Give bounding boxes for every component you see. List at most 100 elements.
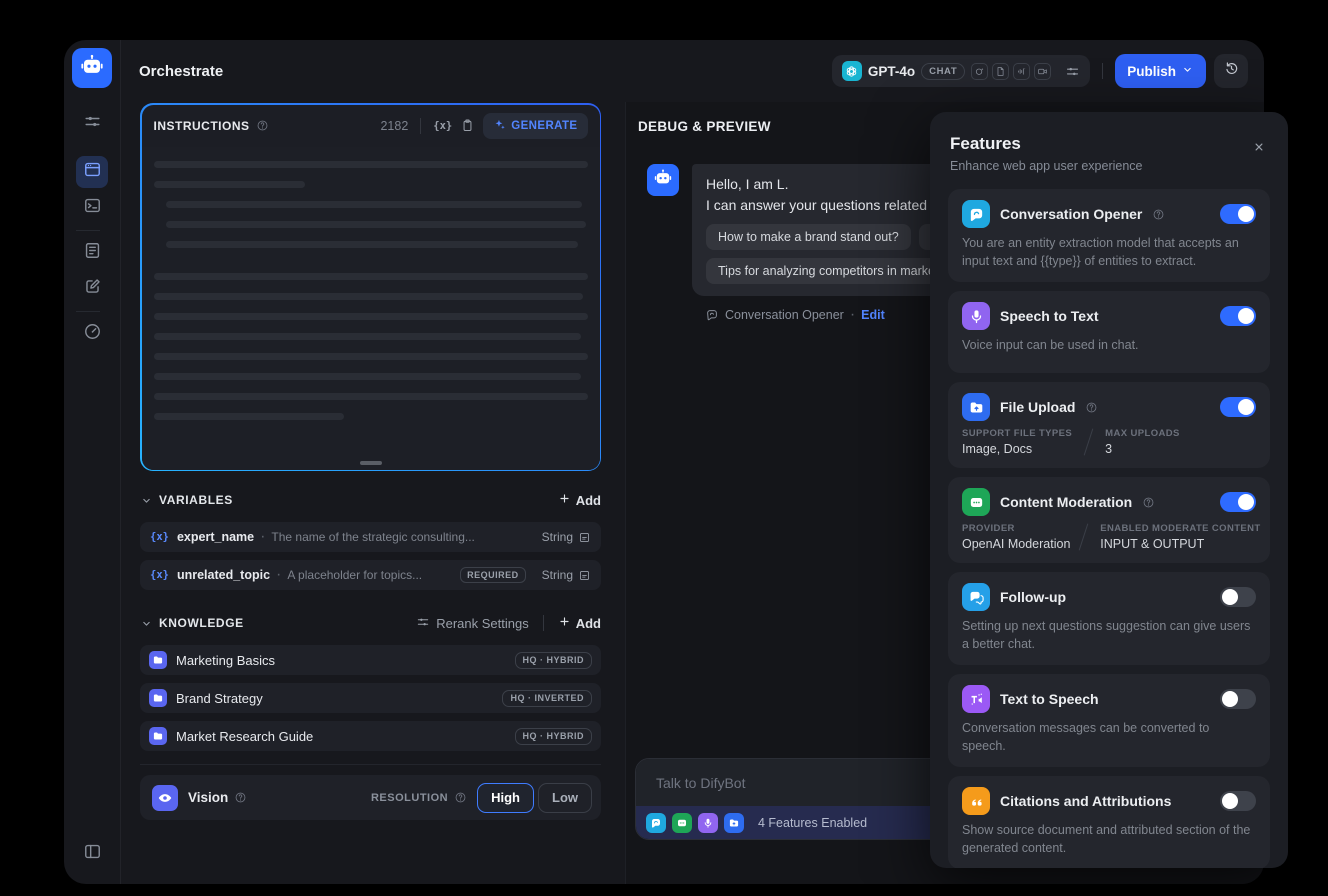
sidebar-item-annotations[interactable] [76, 273, 108, 305]
toggle-knob [1222, 691, 1238, 707]
sidebar-item-orchestrate[interactable] [76, 156, 108, 188]
feature-card-speech-to-text[interactable]: Speech to Text Voice input can be used in… [948, 291, 1270, 373]
publish-button[interactable]: Publish [1115, 54, 1206, 88]
chevron-down-icon[interactable] [140, 617, 153, 630]
features-title: Features [950, 134, 1021, 153]
instructions-editor[interactable] [141, 146, 600, 470]
close-icon[interactable] [1248, 136, 1270, 158]
generate-button[interactable]: GENERATE [483, 112, 588, 139]
folder-upload-icon [724, 812, 744, 833]
sidebar-item-monitoring[interactable] [76, 318, 108, 350]
file-upload-toggle[interactable] [1220, 397, 1256, 417]
text-to-speech-toggle[interactable] [1220, 689, 1256, 709]
citations-toggle[interactable] [1220, 791, 1256, 811]
clipboard-icon[interactable] [460, 118, 475, 133]
conversation-opener-toggle[interactable] [1220, 204, 1256, 224]
feature-card-conversation-opener[interactable]: Conversation Opener You are an entity ext… [948, 189, 1270, 282]
collapse-sidebar-button[interactable] [76, 838, 108, 870]
folder-icon [149, 651, 167, 669]
meta-label: SUPPORT FILE TYPES [962, 428, 1073, 439]
insert-variable-icon[interactable]: {x} [433, 120, 452, 132]
help-icon[interactable] [234, 791, 247, 804]
retrieval-mode-badge: HQ · HYBRID [514, 651, 592, 669]
plus-icon [558, 492, 571, 508]
meta-column: ENABLED MODERATE CONTENT INPUT & OUTPUT [1100, 523, 1260, 551]
redacted-text-line [153, 412, 345, 420]
instructions-title: INSTRUCTIONS [153, 118, 250, 133]
sidebar-item-logs[interactable] [76, 237, 108, 269]
sidebar-item-terminal[interactable] [76, 192, 108, 224]
feature-description: You are an entity extraction model that … [962, 236, 1239, 268]
feature-card-header: Text to Speech [962, 685, 1256, 713]
feature-title: Speech to Text [1000, 308, 1099, 324]
sidebar [64, 40, 121, 884]
suggested-question-chip[interactable]: How to make a brand stand out? [706, 224, 911, 250]
version-history-button[interactable] [1214, 54, 1248, 88]
speech-to-text-toggle[interactable] [1220, 306, 1256, 326]
vision-label: Vision [188, 790, 229, 805]
variable-description: The name of the strategic consulting... [271, 530, 475, 544]
moderation-icon [962, 488, 990, 516]
feature-card-citations[interactable]: Citations and Attributions Show source do… [948, 776, 1270, 868]
add-variable-button[interactable]: Add [558, 492, 601, 508]
app-logo[interactable] [72, 48, 112, 88]
toggle-knob [1238, 494, 1254, 510]
feature-card-file-upload[interactable]: File Upload SUPPORT FILE TYPES Image, Docs… [948, 382, 1270, 468]
resolution-high-button[interactable]: High [477, 782, 534, 813]
redacted-text-line [153, 372, 581, 380]
redacted-text-line [153, 352, 588, 360]
tts-icon [962, 685, 990, 713]
resolution-low-button[interactable]: Low [538, 782, 592, 813]
terminal-icon [83, 196, 102, 220]
add-knowledge-button[interactable]: Add [558, 615, 601, 631]
variable-icon: {x} [150, 531, 169, 543]
resize-handle[interactable] [359, 461, 382, 465]
help-icon[interactable] [256, 119, 269, 132]
feature-card-text-to-speech[interactable]: Text to Speech Conversation messages can … [948, 674, 1270, 767]
knowledge-row[interactable]: Brand Strategy HQ · INVERTED [140, 683, 601, 713]
audio-icon [1013, 62, 1031, 80]
feature-title: Follow-up [1000, 589, 1067, 605]
edit-opener-link[interactable]: Edit [861, 308, 885, 322]
retrieval-mode-badge: HQ · INVERTED [502, 689, 592, 707]
redacted-text-line [153, 160, 588, 168]
logs-icon [83, 241, 102, 265]
toggle-knob [1238, 206, 1254, 222]
sidebar-item-settings[interactable] [76, 108, 108, 140]
resolution-options: High Low [473, 782, 592, 813]
help-icon[interactable] [454, 791, 467, 804]
model-selector[interactable]: GPT-4o CHAT [831, 55, 1091, 87]
knowledge-title: KNOWLEDGE [159, 616, 244, 630]
variable-row[interactable]: {x} expert_name · The name of the strategic… [140, 522, 601, 552]
meta-column: SUPPORT FILE TYPES Image, Docs [962, 428, 1072, 456]
help-icon[interactable] [1142, 496, 1155, 509]
sparkle-icon [493, 118, 506, 134]
knowledge-header: KNOWLEDGE Rerank Settings Add [140, 609, 601, 637]
chevron-down-icon[interactable] [140, 494, 153, 507]
resolution-label: RESOLUTION [370, 791, 449, 804]
feature-title: Content Moderation [1000, 494, 1133, 510]
content-moderation-toggle[interactable] [1220, 492, 1256, 512]
suggested-question-chip[interactable]: Tips for analyzing competitors in market [706, 258, 951, 284]
follow-up-toggle[interactable] [1220, 587, 1256, 607]
redacted-text-line [153, 392, 588, 400]
meta-column: PROVIDER OpenAI Moderation [962, 523, 1070, 551]
instructions-header: INSTRUCTIONS 2182 {x} GENERATE [142, 105, 600, 147]
feature-card-content-moderation[interactable]: Content Moderation PROVIDER OpenAI Moderat… [948, 477, 1270, 563]
vision-setting: Vision RESOLUTION High Low [140, 775, 601, 820]
rerank-settings-button[interactable]: Rerank Settings [416, 615, 529, 632]
follow-up-icon [962, 583, 990, 611]
variables-title: VARIABLES [159, 493, 233, 507]
topbar-right: GPT-4o CHAT Publish [831, 54, 1248, 88]
feature-card-header: Citations and Attributions [962, 787, 1256, 815]
help-icon[interactable] [1085, 401, 1098, 414]
topbar-divider [1102, 63, 1104, 79]
variable-row[interactable]: {x} unrelated_topic · A placeholder for top… [140, 560, 601, 590]
knowledge-row[interactable]: Marketing Basics HQ · HYBRID [140, 645, 601, 675]
model-parameters-icon[interactable] [1065, 64, 1080, 79]
knowledge-row[interactable]: Market Research Guide HQ · HYBRID [140, 721, 601, 751]
feature-card-follow-up[interactable]: Follow-up Setting up next questions sugge… [948, 572, 1270, 665]
string-type-icon [578, 569, 591, 582]
meta-value: Image, Docs [962, 442, 1033, 456]
help-icon[interactable] [1152, 208, 1165, 221]
